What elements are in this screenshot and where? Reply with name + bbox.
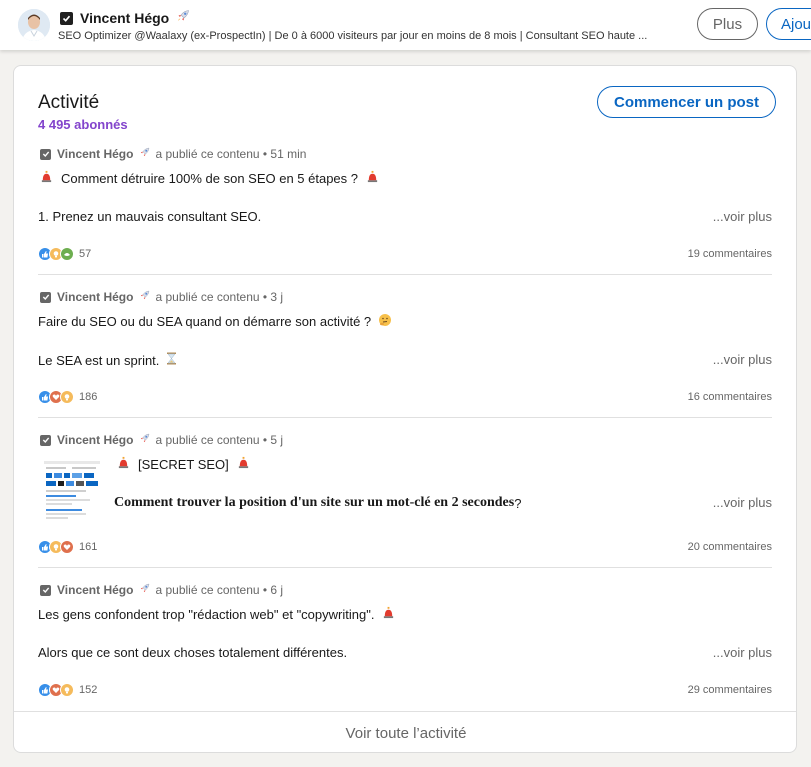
reactions-summary[interactable]: 152 <box>38 682 97 698</box>
post-author[interactable]: Vincent Hégo <box>57 290 133 304</box>
rocket-icon <box>175 8 191 29</box>
see-more-link[interactable]: ...voir plus <box>713 645 772 660</box>
post-action: a publié ce contenu • 5 j <box>155 433 284 447</box>
post-text: Comment détruire 100% de son SEO en 5 ét… <box>61 170 359 186</box>
post-text: [SECRET SEO] <box>138 456 229 472</box>
post-meta: Vincent Hégo a publié ce contenu • 3 j <box>40 289 283 305</box>
love-reaction-icon <box>60 540 74 554</box>
check-box-icon <box>40 291 51 303</box>
reactions-summary[interactable]: 186 <box>38 389 97 405</box>
see-all-activity-link[interactable]: Voir toute l’activité <box>14 712 796 752</box>
reactions-summary[interactable]: 161 <box>38 539 97 555</box>
post-first-line: Les gens confondent trop "rédaction web"… <box>38 606 395 622</box>
siren-icon <box>366 170 379 186</box>
comments-count[interactable]: 16 commentaires <box>688 391 772 403</box>
post-second-line: 1. Prenez un mauvais consultant SEO. <box>38 209 262 224</box>
hourglass-icon <box>166 352 177 368</box>
profile-name-row: Vincent Hégo <box>60 8 191 28</box>
post-text: Faire du SEO ou du SEA quand on démarre … <box>38 314 372 329</box>
profile-sticky-header: Vincent Hégo SEO Optimizer @Waalaxy (ex-… <box>0 0 811 50</box>
post-first-line: Faire du SEO ou du SEA quand on démarre … <box>38 313 392 330</box>
activity-post[interactable]: Vincent Hégo a publié ce contenu • 5 j [… <box>38 432 772 557</box>
add-button[interactable]: Ajou <box>766 8 811 40</box>
profile-headline: SEO Optimizer @Waalaxy (ex-ProspectIn) |… <box>58 30 648 42</box>
rocket-icon <box>138 432 151 448</box>
see-more-link[interactable]: ...voir plus <box>713 352 772 367</box>
post-author[interactable]: Vincent Hégo <box>57 583 133 597</box>
divider <box>38 417 772 418</box>
support-reaction-icon <box>60 247 74 261</box>
post-text: Les gens confondent trop "rédaction web"… <box>38 606 375 622</box>
post-second-line: Alors que ce sont deux choses totalement… <box>38 645 348 660</box>
post-meta: Vincent Hégo a publié ce contenu • 6 j <box>40 582 283 598</box>
post-author[interactable]: Vincent Hégo <box>57 433 133 447</box>
activity-title: Activité <box>38 92 100 113</box>
followers-count[interactable]: 4 495 abonnés <box>38 117 128 132</box>
rocket-icon <box>138 146 151 162</box>
insightful-reaction-icon <box>60 683 74 697</box>
comments-count[interactable]: 19 commentaires <box>688 248 772 260</box>
post-second-line: Le SEA est un sprint. <box>38 352 177 368</box>
post-second-line: Comment trouver la position d'un site su… <box>114 495 521 511</box>
thinking-face-icon <box>378 313 392 330</box>
post-text-suffix: ? <box>514 495 522 511</box>
post-thumbnail[interactable] <box>42 459 102 523</box>
check-box-icon <box>40 584 51 596</box>
post-action: a publié ce contenu • 51 min <box>155 147 307 161</box>
siren-icon <box>117 456 130 472</box>
see-more-link[interactable]: ...voir plus <box>713 209 772 224</box>
activity-card: Activité 4 495 abonnés Commencer un post… <box>13 65 797 753</box>
divider <box>38 274 772 275</box>
post-text: Le SEA est un sprint. <box>38 352 160 368</box>
comments-count[interactable]: 29 commentaires <box>688 684 772 696</box>
divider <box>38 567 772 568</box>
post-action: a publié ce contenu • 3 j <box>155 290 284 304</box>
siren-icon <box>237 456 250 472</box>
post-author[interactable]: Vincent Hégo <box>57 147 133 161</box>
post-first-line: Comment détruire 100% de son SEO en 5 ét… <box>40 170 379 186</box>
post-meta: Vincent Hégo a publié ce contenu • 5 j <box>40 432 283 448</box>
post-text-bold: Comment trouver la position d'un site su… <box>114 495 515 510</box>
see-more-link[interactable]: ...voir plus <box>713 495 772 510</box>
post-action: a publié ce contenu • 6 j <box>155 583 284 597</box>
profile-name[interactable]: Vincent Hégo <box>80 10 169 26</box>
reaction-count: 186 <box>79 391 98 403</box>
reactions-summary[interactable]: 57 <box>38 246 91 262</box>
post-meta: Vincent Hégo a publié ce contenu • 51 mi… <box>40 146 306 162</box>
insightful-reaction-icon <box>60 390 74 404</box>
rocket-icon <box>138 289 151 305</box>
reaction-count: 161 <box>79 541 98 553</box>
activity-post[interactable]: Vincent Hégo a publié ce contenu • 6 j L… <box>38 582 772 697</box>
more-button[interactable]: Plus <box>697 8 758 40</box>
start-post-button[interactable]: Commencer un post <box>597 86 776 118</box>
siren-icon <box>382 606 395 622</box>
post-first-line: [SECRET SEO] <box>117 456 250 472</box>
comments-count[interactable]: 20 commentaires <box>688 541 772 553</box>
activity-post[interactable]: Vincent Hégo a publié ce contenu • 3 j F… <box>38 289 772 404</box>
rocket-icon <box>138 582 151 598</box>
reaction-count: 57 <box>79 248 92 260</box>
reaction-count: 152 <box>79 684 98 696</box>
avatar[interactable] <box>18 9 50 41</box>
check-box-icon <box>40 434 51 446</box>
check-box-icon <box>60 11 73 25</box>
siren-icon <box>40 170 53 186</box>
check-box-icon <box>40 148 51 160</box>
activity-post[interactable]: Vincent Hégo a publié ce contenu • 51 mi… <box>38 146 772 261</box>
